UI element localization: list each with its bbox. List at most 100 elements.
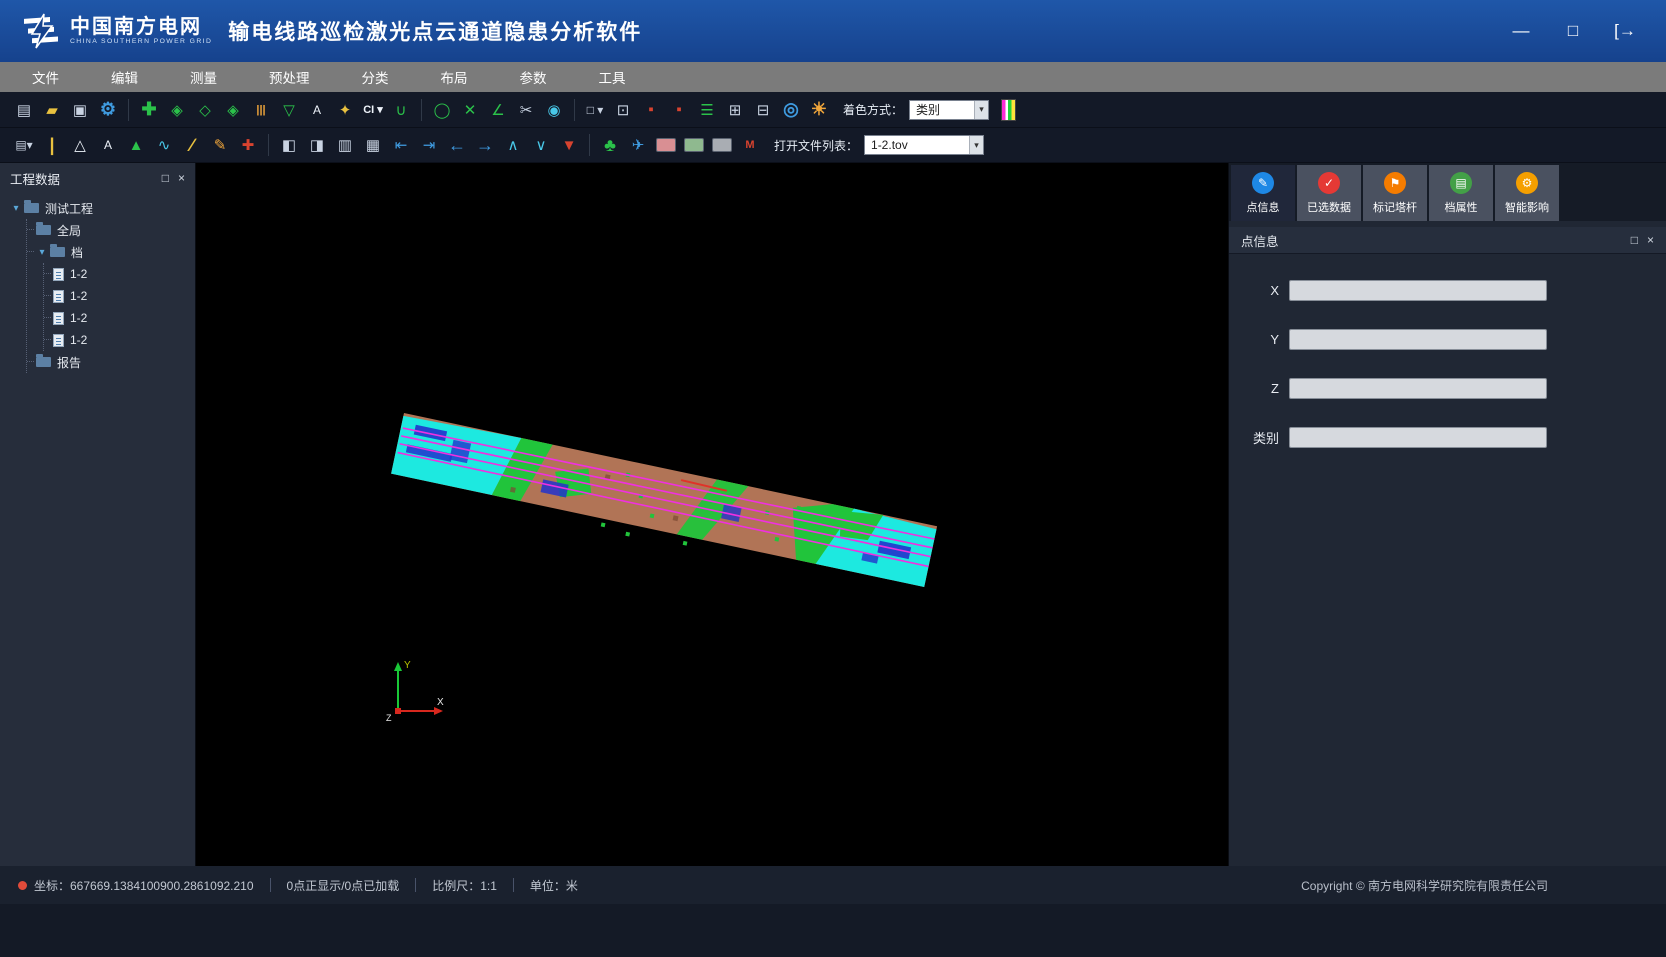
category-input[interactable] xyxy=(1289,427,1547,448)
classify-tool-3-icon[interactable]: ◈ xyxy=(220,97,246,123)
close-icon[interactable]: × xyxy=(178,171,185,185)
maximize-button[interactable]: □ xyxy=(1562,21,1584,41)
float-window-icon[interactable]: □ xyxy=(162,171,169,185)
tab-point-info[interactable]: ✎ 点信息 xyxy=(1231,165,1295,221)
angle-tool-icon[interactable]: ∠ xyxy=(485,97,511,123)
polyline-down-icon[interactable]: ∨ xyxy=(528,132,554,158)
ortho-image-green-icon[interactable] xyxy=(684,138,704,152)
pane-left-icon[interactable]: ◧ xyxy=(276,132,302,158)
z-input[interactable] xyxy=(1289,378,1547,399)
classify-tool-1-icon[interactable]: ◈ xyxy=(164,97,190,123)
tab-selected-data[interactable]: ✓ 已选数据 xyxy=(1297,165,1361,221)
ci-dropdown-icon[interactable]: CI ▾ xyxy=(360,97,386,123)
menu-bar: 文件 编辑 测量 预处理 分类 布局 参数 工具 xyxy=(0,62,1666,92)
location-pin-icon[interactable]: ▼ xyxy=(556,132,582,158)
shading-mode-label: 着色方式： xyxy=(843,101,903,118)
y-input[interactable] xyxy=(1289,329,1547,350)
pages-copy-icon[interactable]: ▥ xyxy=(332,132,358,158)
menu-layout[interactable]: 布局 xyxy=(415,62,494,92)
wave-profile-icon[interactable]: ∿ xyxy=(151,132,177,158)
delete-points-icon[interactable]: ✕ xyxy=(457,97,483,123)
menu-preprocess[interactable]: 预处理 xyxy=(243,62,336,92)
ortho-image-red-icon[interactable] xyxy=(656,138,676,152)
menu-edit[interactable]: 编辑 xyxy=(85,62,164,92)
shading-mode-select[interactable]: 类别 ▾ xyxy=(909,100,989,120)
pencil-icon[interactable]: ✎ xyxy=(207,132,233,158)
select-cursor-icon[interactable]: ⊡ xyxy=(610,97,636,123)
small-marker-2-icon[interactable]: ▪ xyxy=(666,97,692,123)
new-project-icon[interactable]: ▤ xyxy=(11,97,37,123)
x-input[interactable] xyxy=(1289,280,1547,301)
tree-icon[interactable]: ♣ xyxy=(597,132,623,158)
settings-gear-icon[interactable]: ⚙ xyxy=(95,97,121,123)
ellipse-tool-icon[interactable]: ◯ xyxy=(429,97,455,123)
layers-icon[interactable]: ☰ xyxy=(694,97,720,123)
tree-node-file[interactable]: 1-2 xyxy=(44,285,195,307)
folder-icon xyxy=(24,203,39,213)
marker-m-icon[interactable]: M xyxy=(737,132,763,158)
pane-right-icon[interactable]: ◨ xyxy=(304,132,330,158)
menu-classify[interactable]: 分类 xyxy=(336,62,415,92)
triangle-outline-icon[interactable]: △ xyxy=(67,132,93,158)
exit-button[interactable]: [→ xyxy=(1614,21,1636,41)
tree-node-root[interactable]: ▾ 测试工程 xyxy=(10,197,195,219)
menu-params[interactable]: 参数 xyxy=(494,62,573,92)
close-icon[interactable]: × xyxy=(1647,233,1654,247)
tree-node-span[interactable]: ▾ 档 xyxy=(27,241,195,263)
tin-triangle-icon[interactable]: ▲ xyxy=(123,132,149,158)
back-arrow-icon[interactable]: ← xyxy=(444,132,470,158)
profile-bars-icon[interactable]: ||| xyxy=(248,97,274,123)
file-list-select[interactable]: 1-2.tov ▾ xyxy=(864,135,984,155)
grid-select-icon[interactable]: ⊟ xyxy=(750,97,776,123)
point-info-header: 点信息 □ × xyxy=(1229,227,1666,254)
grid-icon[interactable]: ⊞ xyxy=(722,97,748,123)
open-folder-icon[interactable]: ▰ xyxy=(39,97,65,123)
classify-tool-2-icon[interactable]: ◇ xyxy=(192,97,218,123)
toolbar-secondary: ▤▾ | △ A ▲ ∿ ∕ ✎ ✚ ◧ ◨ ▥ ▦ ⇤ ⇥ ← → ∧ ∨ ▼… xyxy=(0,128,1666,163)
tree-node-global[interactable]: 全局 xyxy=(27,219,195,241)
point-cloud-viewport[interactable]: Y X Z xyxy=(196,163,1228,866)
cut-tool-icon[interactable]: ✂ xyxy=(513,97,539,123)
filter-icon[interactable]: ▽ xyxy=(276,97,302,123)
tree-node-file[interactable]: 1-2 xyxy=(44,329,195,351)
expand-arrow-icon[interactable]: ▾ xyxy=(36,247,48,258)
tab-mark-tower[interactable]: ⚑ 标记塔杆 xyxy=(1363,165,1427,221)
annotate-a-icon[interactable]: A xyxy=(304,97,330,123)
polyline-up-icon[interactable]: ∧ xyxy=(500,132,526,158)
small-marker-1-icon[interactable]: ▪ xyxy=(638,97,664,123)
pages-duplicate-icon[interactable]: ▦ xyxy=(360,132,386,158)
titlebar: 中国南方电网 CHINA SOUTHERN POWER GRID 输电线路巡检激… xyxy=(0,0,1666,62)
tree-node-file[interactable]: 1-2 xyxy=(44,307,195,329)
save-icon[interactable]: ▣ xyxy=(67,97,93,123)
toolbar-separator xyxy=(574,99,575,121)
tree-node-report[interactable]: 报告 xyxy=(27,351,195,373)
tab-span-props[interactable]: ▤ 档属性 xyxy=(1429,165,1493,221)
broom-icon[interactable]: ∕ xyxy=(179,132,205,158)
ortho-image-gray-icon[interactable] xyxy=(712,138,732,152)
camera-icon[interactable]: ◎ xyxy=(778,97,804,123)
menu-tools[interactable]: 工具 xyxy=(573,62,652,92)
marker-bar-icon[interactable]: | xyxy=(39,132,65,158)
tab-smart-impact[interactable]: ⚙ 智能影响 xyxy=(1495,165,1559,221)
float-window-icon[interactable]: □ xyxy=(1631,233,1638,247)
menu-measure[interactable]: 测量 xyxy=(164,62,243,92)
smart-process-icon[interactable]: ☀ xyxy=(806,97,832,123)
catenary-curve-icon[interactable]: ∪ xyxy=(388,97,414,123)
project-panel-title: 工程数据 xyxy=(10,169,60,188)
page-next-icon[interactable]: ⇥ xyxy=(416,132,442,158)
split-view-icon[interactable]: ▤▾ xyxy=(11,132,37,158)
minimize-button[interactable]: — xyxy=(1510,21,1532,41)
airplane-icon[interactable]: ✈ xyxy=(625,132,651,158)
colormap-icon[interactable] xyxy=(1001,99,1016,121)
expand-arrow-icon[interactable]: ▾ xyxy=(10,203,22,214)
triangle-a-icon[interactable]: A xyxy=(95,132,121,158)
tree-node-file[interactable]: 1-2 xyxy=(44,263,195,285)
key-icon[interactable]: ✦ xyxy=(332,97,358,123)
section-split-icon[interactable]: ✚ xyxy=(235,132,261,158)
forward-arrow-icon[interactable]: → xyxy=(472,132,498,158)
move-tool-icon[interactable]: ✚ xyxy=(136,97,162,123)
eye-visibility-icon[interactable]: ◉ xyxy=(541,97,567,123)
page-prev-icon[interactable]: ⇤ xyxy=(388,132,414,158)
select-rect-icon[interactable]: □ ▾ xyxy=(582,97,608,123)
menu-file[interactable]: 文件 xyxy=(6,62,85,92)
